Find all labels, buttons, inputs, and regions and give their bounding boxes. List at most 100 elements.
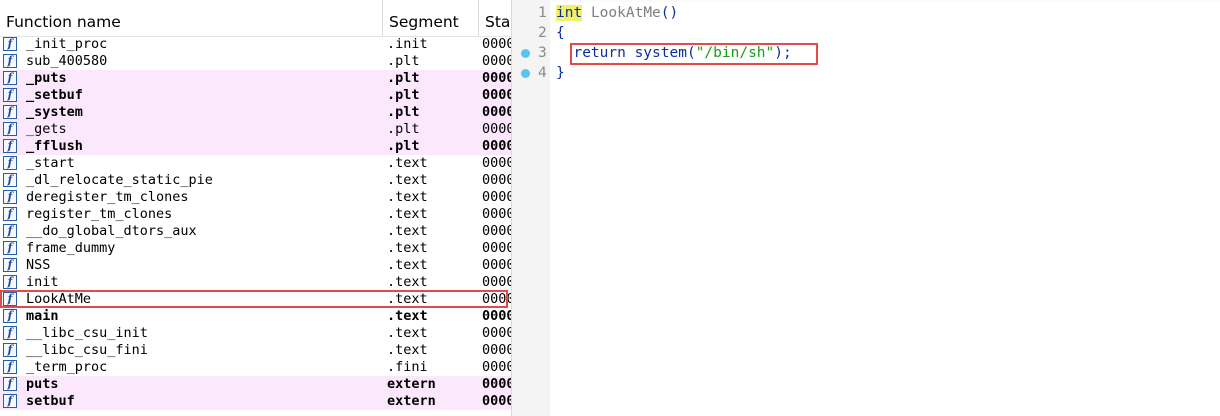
function-icon: f	[3, 309, 17, 323]
function-icon: f	[3, 173, 17, 187]
function-row[interactable]: f _fflush .plt 0000	[0, 138, 511, 155]
function-segment: .init	[387, 36, 428, 52]
function-segment: .text	[387, 308, 428, 324]
function-icon: f	[3, 105, 17, 119]
function-segment: extern	[387, 393, 436, 409]
function-row[interactable]: f _dl_relocate_static_pie .text 0000	[0, 172, 511, 189]
pseudocode-view[interactable]: 1 int LookAtMe() 2{3 return system("/bin/s…	[512, 0, 1220, 416]
function-row[interactable]: f _start .text 0000	[0, 155, 511, 172]
column-header-function-name[interactable]: Function name	[0, 0, 383, 36]
function-row[interactable]: fsetbuf extern 0000	[0, 393, 511, 410]
breakpoint-dot-icon[interactable]	[521, 69, 530, 78]
function-start-address: 0000	[482, 138, 511, 154]
code-top-divider	[550, 0, 1220, 2]
function-start-address: 0000	[482, 325, 511, 341]
function-row[interactable]: f _system .plt 0000	[0, 104, 511, 121]
function-icon: f	[3, 258, 17, 272]
column-header-start[interactable]: Start	[479, 0, 511, 36]
function-segment: .text	[387, 189, 428, 205]
code-text: return system("/bin/sh");	[556, 43, 791, 63]
code-line[interactable]: 3 return system("/bin/sh");	[512, 43, 1220, 63]
function-icon: f	[3, 190, 17, 204]
function-row[interactable]: f _term_proc .fini 0000	[0, 359, 511, 376]
function-icon: f	[3, 343, 17, 357]
function-icon: f	[3, 207, 17, 221]
function-row[interactable]: f _init_proc .init 0000	[0, 36, 511, 53]
function-name: puts	[26, 376, 59, 392]
function-name: _setbuf	[26, 87, 83, 103]
function-row[interactable]: finit .text 0000	[0, 274, 511, 291]
function-segment: .plt	[387, 53, 420, 69]
function-start-address: 0000	[482, 274, 511, 290]
function-name: NSS	[26, 257, 51, 273]
function-icon: f	[3, 139, 17, 153]
code-token: }	[556, 65, 565, 81]
function-icon: f	[3, 88, 17, 102]
function-icon: f	[3, 326, 17, 340]
function-name: LookAtMe	[26, 291, 92, 307]
function-segment: .text	[387, 274, 428, 290]
function-row[interactable]: f __libc_csu_init .text 0000	[0, 325, 511, 342]
function-row[interactable]: f sub_400580 .plt 0000	[0, 53, 511, 70]
function-segment: .plt	[387, 70, 420, 86]
function-name: setbuf	[26, 393, 75, 409]
function-start-address: 0000	[482, 104, 511, 120]
function-start-address: 0000	[482, 189, 511, 205]
function-row[interactable]: fmain .text 0000	[0, 308, 511, 325]
function-start-address: 0000	[482, 172, 511, 188]
code-line[interactable]: 2{	[512, 23, 1220, 43]
function-start-address: 0000	[482, 87, 511, 103]
function-row[interactable]: f _setbuf .plt 0000	[0, 87, 511, 104]
function-row[interactable]: f register_tm_clones .text 0000	[0, 206, 511, 223]
function-name: _system	[26, 104, 83, 120]
function-icon: f	[3, 292, 17, 306]
line-number: 1	[538, 5, 547, 21]
function-icon: f	[3, 224, 17, 238]
line-number: 3	[538, 45, 547, 61]
function-row[interactable]: f NSS .text 0000	[0, 257, 511, 274]
code-token: return system(	[556, 45, 696, 61]
function-row[interactable]: f deregister_tm_clones .text 0000	[0, 189, 511, 206]
function-start-address: 0000	[482, 223, 511, 239]
function-row[interactable]: f __do_global_dtors_aux .text 0000	[0, 223, 511, 240]
function-name: _init_proc	[26, 36, 108, 52]
function-start-address: 0000	[482, 342, 511, 358]
function-start-address: 0000	[482, 240, 511, 256]
code-line[interactable]: 1 int LookAtMe()	[512, 3, 1220, 23]
function-name: _puts	[26, 70, 67, 86]
function-name: _dl_relocate_static_pie	[26, 172, 213, 188]
code-text: }	[556, 63, 565, 83]
function-icon: f	[3, 241, 17, 255]
function-row[interactable]: f _puts .plt 0000	[0, 70, 511, 87]
code-token: ()	[660, 5, 679, 21]
line-number: 2	[538, 25, 547, 41]
code-line[interactable]: 4}	[512, 63, 1220, 83]
functions-window: Function name Segment Start f _init_proc.…	[0, 0, 512, 416]
function-row[interactable]: f frame_dummy .text 0000	[0, 240, 511, 257]
function-row[interactable]: fputs extern 0000	[0, 376, 511, 393]
breakpoint-dot-icon[interactable]	[521, 49, 530, 58]
column-header-segment[interactable]: Segment	[383, 0, 479, 36]
function-name: _fflush	[26, 138, 83, 154]
function-name: deregister_tm_clones	[26, 189, 189, 205]
function-segment: .text	[387, 172, 428, 188]
function-icon: f	[3, 275, 17, 289]
function-icon: f	[3, 377, 17, 391]
function-name: register_tm_clones	[26, 206, 173, 222]
function-row[interactable]: f __libc_csu_fini .text 0000	[0, 342, 511, 359]
functions-table-header: Function name Segment Start	[0, 0, 511, 37]
function-icon: f	[3, 394, 17, 408]
function-segment: .text	[387, 291, 428, 307]
function-row[interactable]: f _gets .plt 0000	[0, 121, 511, 138]
code-string: "/bin/sh"	[695, 45, 775, 61]
function-icon: f	[3, 37, 17, 51]
function-segment: .text	[387, 342, 428, 358]
function-segment: .fini	[387, 359, 428, 375]
function-name: sub_400580	[26, 53, 108, 69]
function-start-address: 0000	[482, 36, 511, 52]
function-icon: f	[3, 360, 17, 374]
function-row[interactable]: f LookAtMe .text 0000	[0, 291, 511, 308]
function-icon: f	[3, 156, 17, 170]
function-name: init	[26, 274, 59, 290]
function-icon: f	[3, 122, 17, 136]
